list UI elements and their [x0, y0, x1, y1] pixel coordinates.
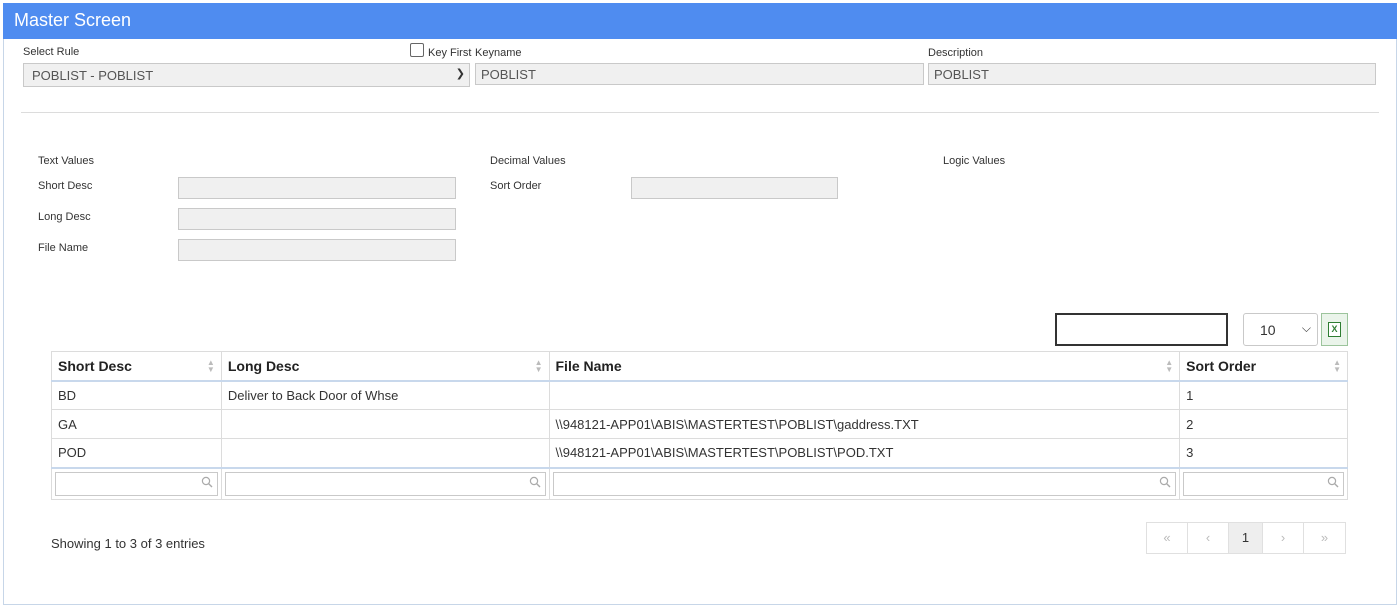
- logic-values-heading: Logic Values: [943, 155, 1006, 167]
- pagination: « ‹ 1 › »: [1146, 522, 1346, 554]
- search-icon: [529, 476, 540, 487]
- table-cell: 2: [1179, 409, 1348, 439]
- table-row[interactable]: POD \\948121-APP01\ABIS\MASTERTEST\POBLI…: [51, 438, 1348, 469]
- chevron-down-icon: ❯: [455, 68, 465, 80]
- select-rule-value: POBLIST - POBLIST: [32, 68, 154, 83]
- sort-icon: ▲ ▼: [1333, 358, 1341, 374]
- data-table: Short Desc ▲ ▼ Long Desc ▲ ▼ File Name ▲ ▼ Sor…: [51, 351, 1348, 500]
- description-label: Description: [928, 47, 984, 59]
- sort-order-field[interactable]: [631, 177, 838, 199]
- description-field[interactable]: POBLIST: [928, 63, 1376, 85]
- key-first-label: Key First: [428, 47, 472, 59]
- excel-icon: X: [1328, 322, 1341, 337]
- table-cell: 1: [1179, 380, 1348, 410]
- keyname-label: Keyname: [475, 47, 522, 59]
- filter-long-desc-input[interactable]: [224, 471, 546, 496]
- decimal-values-heading: Decimal Values: [490, 155, 566, 167]
- sort-order-label: Sort Order: [490, 180, 542, 192]
- column-header-file-name[interactable]: File Name ▲ ▼: [548, 351, 1181, 382]
- table-header-row: Short Desc ▲ ▼ Long Desc ▲ ▼ File Name ▲ ▼ Sor…: [51, 351, 1348, 382]
- master-screen-panel: [3, 3, 1397, 605]
- select-rule-label: Select Rule: [23, 46, 80, 58]
- chevron-down-icon: ⌵: [1301, 321, 1311, 335]
- page-length-select[interactable]: 10 ⌵: [1243, 313, 1318, 346]
- table-cell: GA: [51, 409, 222, 439]
- filter-sort-order-input[interactable]: [1183, 471, 1344, 496]
- column-header-short-desc[interactable]: Short Desc ▲ ▼: [51, 351, 222, 382]
- page-1-button[interactable]: 1: [1229, 523, 1263, 553]
- page-title: Master Screen: [14, 10, 132, 30]
- table-cell: \\948121-APP01\ABIS\MASTERTEST\POBLIST\g…: [548, 409, 1181, 439]
- short-desc-label: Short Desc: [38, 180, 93, 192]
- table-cell: POD: [51, 438, 222, 469]
- short-desc-field[interactable]: [178, 177, 456, 199]
- table-cell: Deliver to Back Door of Whse: [220, 380, 550, 410]
- table-cell: \\948121-APP01\ABIS\MASTERTEST\POBLIST\P…: [548, 438, 1181, 469]
- filter-row: [51, 467, 1348, 500]
- sort-icon: ▲ ▼: [206, 358, 215, 374]
- first-page-button[interactable]: «: [1147, 523, 1188, 553]
- search-icon: [1327, 476, 1339, 487]
- export-excel-button[interactable]: X: [1321, 313, 1348, 346]
- page-length-value: 10: [1260, 322, 1276, 338]
- file-name-field[interactable]: [178, 239, 456, 261]
- table-row[interactable]: BD Deliver to Back Door of Whse 1: [51, 380, 1348, 410]
- table-cell: [548, 380, 1181, 410]
- key-first-checkbox[interactable]: [410, 43, 424, 57]
- long-desc-field[interactable]: [178, 208, 456, 230]
- previous-page-button[interactable]: ‹: [1188, 523, 1229, 553]
- divider: [21, 112, 1379, 113]
- sort-icon: ▲ ▼: [534, 358, 543, 374]
- text-values-heading: Text Values: [38, 155, 95, 167]
- next-page-button[interactable]: ›: [1263, 523, 1304, 553]
- table-cell: [220, 438, 550, 469]
- table-cell: BD: [51, 380, 222, 410]
- table-info: Showing 1 to 3 of 3 entries: [51, 536, 205, 551]
- select-rule-dropdown[interactable]: POBLIST - POBLIST ❯: [23, 63, 470, 87]
- sort-icon: ▲ ▼: [1165, 358, 1174, 374]
- table-search-input[interactable]: [1055, 313, 1228, 346]
- column-header-long-desc[interactable]: Long Desc ▲ ▼: [220, 351, 550, 382]
- column-header-sort-order[interactable]: Sort Order ▲ ▼: [1179, 351, 1348, 382]
- filter-short-desc-input[interactable]: [55, 471, 218, 496]
- last-page-button[interactable]: »: [1304, 523, 1345, 553]
- table-row[interactable]: GA \\948121-APP01\ABIS\MASTERTEST\POBLIS…: [51, 409, 1348, 439]
- table-cell: [220, 409, 550, 439]
- search-icon: [201, 476, 213, 487]
- keyname-field[interactable]: POBLIST: [475, 63, 924, 85]
- filter-file-name-input[interactable]: [552, 471, 1177, 496]
- long-desc-label: Long Desc: [38, 211, 91, 223]
- title-bar: Master Screen: [3, 3, 1397, 39]
- file-name-label: File Name: [38, 242, 89, 254]
- table-cell: 3: [1179, 438, 1348, 469]
- search-icon: [1159, 476, 1171, 487]
